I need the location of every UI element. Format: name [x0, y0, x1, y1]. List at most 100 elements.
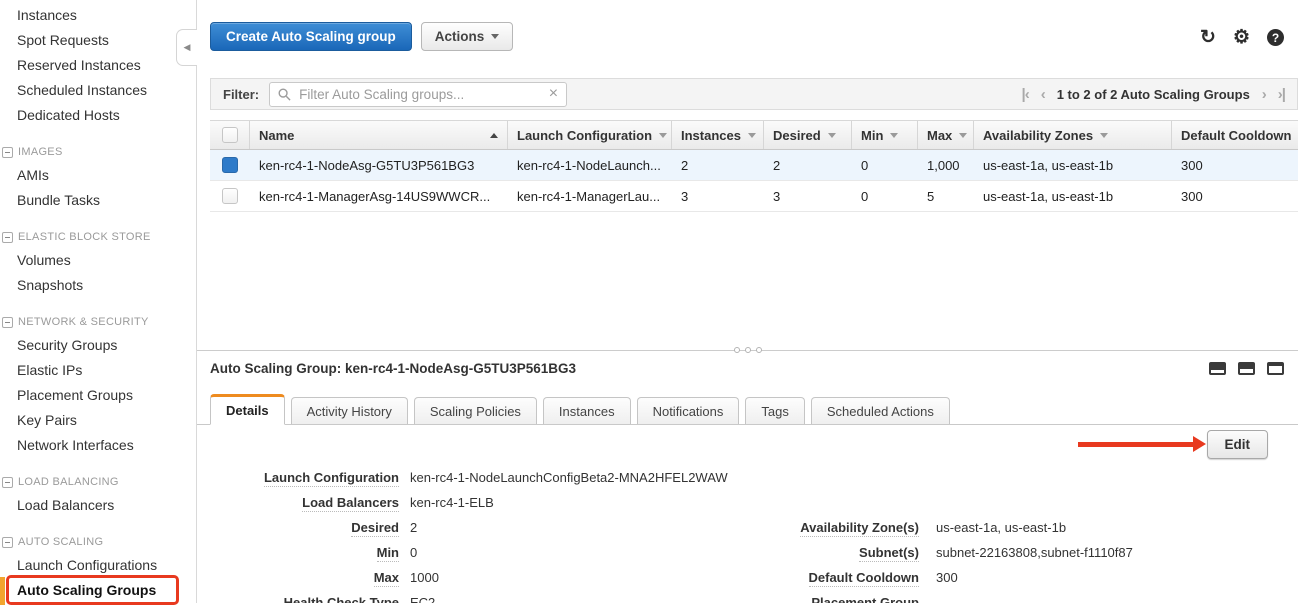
cell-desired: 3: [764, 189, 852, 204]
tab-scaling-policies[interactable]: Scaling Policies: [414, 397, 537, 424]
sidebar-item-volumes[interactable]: Volumes: [0, 248, 196, 273]
column-header-instances[interactable]: Instances: [672, 121, 764, 149]
sort-desc-icon: [828, 133, 836, 138]
section-label: NETWORK & SECURITY: [18, 311, 149, 333]
column-header-availability-zones[interactable]: Availability Zones: [974, 121, 1172, 149]
row-checkbox[interactable]: [222, 157, 238, 173]
sidebar-item-bundle-tasks[interactable]: Bundle Tasks: [0, 188, 196, 213]
asg-table: Name Launch Configuration Instances Desi…: [210, 120, 1298, 212]
column-header-name[interactable]: Name: [250, 121, 508, 149]
column-header-max[interactable]: Max: [918, 121, 974, 149]
filter-label: Filter:: [223, 87, 259, 102]
field-min: Min 0: [210, 540, 787, 565]
last-page-icon[interactable]: ›|: [1278, 86, 1285, 103]
tab-notifications[interactable]: Notifications: [637, 397, 740, 424]
collapse-section-icon: [2, 317, 13, 328]
cell-availability-zones: us-east-1a, us-east-1b: [974, 158, 1172, 173]
column-header-default-cooldown[interactable]: Default Cooldown: [1172, 121, 1298, 149]
tab-activity-history[interactable]: Activity History: [291, 397, 408, 424]
sidebar-item-spot-requests[interactable]: Spot Requests: [0, 28, 196, 53]
sidebar-item-instances[interactable]: Instances: [0, 3, 196, 28]
refresh-icon[interactable]: ↻: [1200, 28, 1216, 47]
pane-maximize-icon[interactable]: [1267, 362, 1284, 375]
sidebar-item-snapshots[interactable]: Snapshots: [0, 273, 196, 298]
field-label: Availability Zone(s): [800, 520, 919, 537]
tab-instances[interactable]: Instances: [543, 397, 631, 424]
table-header-row: Name Launch Configuration Instances Desi…: [210, 120, 1298, 150]
clear-filter-icon[interactable]: ×: [549, 86, 558, 102]
cell-launch-configuration: ken-rc4-1-ManagerLau...: [508, 189, 672, 204]
cell-launch-configuration: ken-rc4-1-NodeLaunch...: [508, 158, 672, 173]
field-label: Launch Configuration: [264, 470, 399, 487]
sidebar-item-key-pairs[interactable]: Key Pairs: [0, 408, 196, 433]
chevron-down-icon: [491, 34, 499, 39]
gear-icon[interactable]: ⚙: [1233, 28, 1250, 47]
sort-desc-icon: [959, 133, 967, 138]
field-label: Health Check Type: [284, 595, 399, 603]
sidebar-item-reserved-instances[interactable]: Reserved Instances: [0, 53, 196, 78]
sidebar-item-dedicated-hosts[interactable]: Dedicated Hosts: [0, 103, 196, 128]
sidebar-item-launch-configurations[interactable]: Launch Configurations: [0, 553, 196, 578]
pane-layout-controls: [1209, 362, 1284, 375]
cell-max: 5: [918, 189, 974, 204]
edit-button[interactable]: Edit: [1207, 430, 1269, 459]
actions-button[interactable]: Actions: [421, 22, 514, 51]
pane-minimize-icon[interactable]: [1209, 362, 1226, 375]
select-all-checkbox[interactable]: [222, 127, 238, 143]
next-page-icon[interactable]: ›: [1262, 86, 1266, 103]
tab-details[interactable]: Details: [210, 394, 285, 425]
sidebar-item-scheduled-instances[interactable]: Scheduled Instances: [0, 78, 196, 103]
column-header-desired[interactable]: Desired: [764, 121, 852, 149]
detail-panel-header: Auto Scaling Group: ken-rc4-1-NodeAsg-G5…: [197, 351, 1298, 376]
field-value: 0: [410, 545, 417, 560]
tab-tags[interactable]: Tags: [745, 397, 804, 424]
field-value: 300: [936, 570, 958, 585]
sidebar-section-ebs[interactable]: ELASTIC BLOCK STORE: [0, 226, 196, 248]
sidebar-section-auto-scaling[interactable]: AUTO SCALING: [0, 531, 196, 553]
field-value: subnet-22163808,subnet-f1110f87: [936, 545, 1133, 560]
sidebar-item-amis[interactable]: AMIs: [0, 163, 196, 188]
sidebar-collapse-handle[interactable]: ◀: [176, 29, 197, 66]
table-row[interactable]: ken-rc4-1-ManagerAsg-14US9WWCR... ken-rc…: [210, 181, 1298, 212]
field-placement-group: Placement Group: [787, 590, 1298, 603]
cell-desired: 2: [764, 158, 852, 173]
select-all-checkbox-cell: [210, 121, 250, 149]
cell-instances: 3: [672, 189, 764, 204]
annotation-arrow: [1078, 436, 1206, 453]
edit-row: Edit: [197, 425, 1298, 463]
cell-min: 0: [852, 189, 918, 204]
sidebar-section-network-security[interactable]: NETWORK & SECURITY: [0, 311, 196, 333]
field-label: Subnet(s): [859, 545, 919, 562]
cell-instances: 2: [672, 158, 764, 173]
help-icon[interactable]: ?: [1267, 29, 1284, 46]
row-checkbox[interactable]: [222, 188, 238, 204]
sidebar-item-auto-scaling-groups[interactable]: Auto Scaling Groups: [0, 578, 196, 603]
sidebar-item-load-balancers[interactable]: Load Balancers: [0, 493, 196, 518]
sidebar-item-network-interfaces[interactable]: Network Interfaces: [0, 433, 196, 458]
prev-page-icon[interactable]: ‹: [1041, 86, 1045, 103]
cell-default-cooldown: 300: [1172, 158, 1298, 173]
table-row[interactable]: ken-rc4-1-NodeAsg-G5TU3P561BG3 ken-rc4-1…: [210, 150, 1298, 181]
create-auto-scaling-group-button[interactable]: Create Auto Scaling group: [210, 22, 412, 51]
sidebar-section-images[interactable]: IMAGES: [0, 141, 196, 163]
field-availability-zones: Availability Zone(s) us-east-1a, us-east…: [787, 515, 1298, 540]
filter-search-box: ×: [269, 82, 567, 107]
column-header-launch-configuration[interactable]: Launch Configuration: [508, 121, 672, 149]
column-header-min[interactable]: Min: [852, 121, 918, 149]
first-page-icon[interactable]: |‹: [1022, 86, 1029, 103]
tab-scheduled-actions[interactable]: Scheduled Actions: [811, 397, 950, 424]
field-subnets: Subnet(s) subnet-22163808,subnet-f1110f8…: [787, 540, 1298, 565]
detail-panel-title: Auto Scaling Group: ken-rc4-1-NodeAsg-G5…: [210, 361, 576, 376]
sort-desc-icon: [890, 133, 898, 138]
sidebar-item-elastic-ips[interactable]: Elastic IPs: [0, 358, 196, 383]
sidebar-section-load-balancing[interactable]: LOAD BALANCING: [0, 471, 196, 493]
row-checkbox-cell: [210, 188, 250, 204]
filter-input[interactable]: [297, 86, 543, 103]
sidebar-item-security-groups[interactable]: Security Groups: [0, 333, 196, 358]
field-default-cooldown: Default Cooldown 300: [787, 565, 1298, 590]
field-label: Min: [377, 545, 399, 562]
drag-handle[interactable]: [734, 347, 762, 353]
pane-half-icon[interactable]: [1238, 362, 1255, 375]
sidebar-item-placement-groups[interactable]: Placement Groups: [0, 383, 196, 408]
column-label: Default Cooldown: [1181, 128, 1292, 143]
